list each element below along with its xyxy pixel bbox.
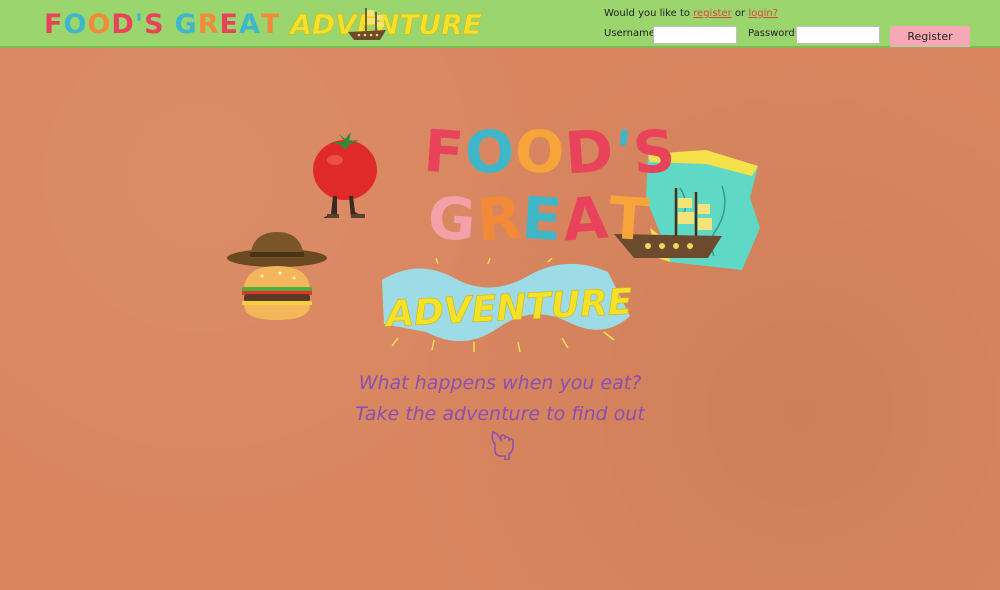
title-letter: O bbox=[462, 116, 518, 188]
tomato-character-icon bbox=[313, 132, 377, 218]
title-letter: F bbox=[421, 116, 467, 188]
title-letter: E bbox=[519, 183, 566, 255]
pointing-hand-icon[interactable] bbox=[489, 430, 517, 460]
title-letter: T bbox=[606, 183, 652, 255]
title-letter: G bbox=[425, 183, 479, 255]
title-letter: S bbox=[630, 116, 679, 188]
tagline-question: What happens when you eat? bbox=[358, 372, 642, 394]
title-letter: A bbox=[560, 183, 612, 255]
hero-title-foods: FOOD'S bbox=[421, 116, 679, 188]
title-letter: D bbox=[562, 116, 617, 188]
title-letter: O bbox=[512, 116, 568, 188]
title-letter: R bbox=[474, 183, 525, 255]
hero-title-great: GREAT bbox=[425, 183, 652, 255]
burger-character-icon bbox=[227, 232, 327, 320]
tagline-cta: Take the adventure to find out bbox=[355, 403, 645, 425]
hero: FOOD'S GREAT ADVENTURE What happens when… bbox=[0, 0, 1000, 590]
